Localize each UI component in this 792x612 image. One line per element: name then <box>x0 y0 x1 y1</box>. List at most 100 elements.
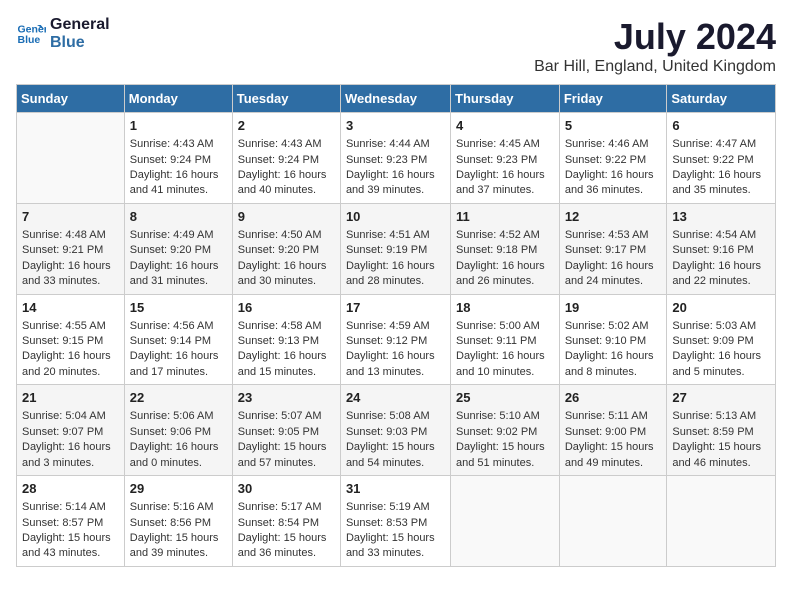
day-content: Daylight: 15 hours <box>22 531 119 546</box>
day-content: Sunrise: 4:44 AM <box>346 137 445 152</box>
calendar-cell: 17Sunrise: 4:59 AMSunset: 9:12 PMDayligh… <box>340 294 450 385</box>
header-wednesday: Wednesday <box>340 85 450 113</box>
day-content: and 10 minutes. <box>456 365 554 380</box>
day-content: and 30 minutes. <box>238 274 335 289</box>
day-number: 16 <box>238 299 335 317</box>
day-content: and 22 minutes. <box>672 274 770 289</box>
day-content: Daylight: 15 hours <box>672 440 770 455</box>
day-content: Sunrise: 5:00 AM <box>456 319 554 334</box>
day-number: 3 <box>346 117 445 135</box>
day-content: and 51 minutes. <box>456 456 554 471</box>
day-content: Sunrise: 4:48 AM <box>22 228 119 243</box>
day-number: 10 <box>346 208 445 226</box>
day-content: Sunrise: 4:46 AM <box>565 137 662 152</box>
calendar-cell: 10Sunrise: 4:51 AMSunset: 9:19 PMDayligh… <box>340 203 450 294</box>
day-content: Daylight: 16 hours <box>456 349 554 364</box>
day-content: Daylight: 16 hours <box>130 259 227 274</box>
day-content: and 46 minutes. <box>672 456 770 471</box>
day-content: Daylight: 16 hours <box>565 259 662 274</box>
calendar-cell: 4Sunrise: 4:45 AMSunset: 9:23 PMDaylight… <box>451 113 560 204</box>
calendar-cell: 13Sunrise: 4:54 AMSunset: 9:16 PMDayligh… <box>667 203 776 294</box>
day-content: Daylight: 16 hours <box>346 349 445 364</box>
day-content: Sunrise: 5:07 AM <box>238 409 335 424</box>
day-content: and 37 minutes. <box>456 183 554 198</box>
calendar-cell <box>667 476 776 567</box>
calendar-cell: 28 Sunrise: 5:14 AMSunset: 8:57 PMDayligh… <box>17 476 125 567</box>
calendar-cell: 20Sunrise: 5:03 AMSunset: 9:09 PMDayligh… <box>667 294 776 385</box>
header-sunday: Sunday <box>17 85 125 113</box>
day-content: and 0 minutes. <box>130 456 227 471</box>
calendar-cell: 24Sunrise: 5:08 AMSunset: 9:03 PMDayligh… <box>340 385 450 476</box>
day-content: and 8 minutes. <box>565 365 662 380</box>
day-content: and 39 minutes. <box>130 546 227 561</box>
day-number: 7 <box>22 208 119 226</box>
calendar-cell <box>451 476 560 567</box>
day-number: 28 <box>22 480 119 498</box>
day-content: Sunset: 9:16 PM <box>672 243 770 258</box>
calendar-cell: 27Sunrise: 5:13 AMSunset: 8:59 PMDayligh… <box>667 385 776 476</box>
day-content: Sunrise: 4:52 AM <box>456 228 554 243</box>
day-number: 13 <box>672 208 770 226</box>
day-content: Sunset: 9:22 PM <box>672 153 770 168</box>
logo-line1: General <box>50 16 110 34</box>
day-number: 9 <box>238 208 335 226</box>
day-number: 18 <box>456 299 554 317</box>
day-content: Sunrise: 5:10 AM <box>456 409 554 424</box>
day-content: Sunset: 9:23 PM <box>346 153 445 168</box>
day-content: Sunrise: 4:50 AM <box>238 228 335 243</box>
header-friday: Friday <box>559 85 667 113</box>
day-content: Sunrise: 4:49 AM <box>130 228 227 243</box>
header: General Blue General Blue July 2024 Bar … <box>16 16 776 76</box>
day-content: and 28 minutes. <box>346 274 445 289</box>
day-content: Daylight: 16 hours <box>346 168 445 183</box>
day-number: 17 <box>346 299 445 317</box>
day-content: and 57 minutes. <box>238 456 335 471</box>
day-content: Sunset: 9:18 PM <box>456 243 554 258</box>
day-content: Sunset: 8:57 PM <box>22 516 119 531</box>
day-content: and 15 minutes. <box>238 365 335 380</box>
calendar-cell: 30Sunrise: 5:17 AMSunset: 8:54 PMDayligh… <box>232 476 340 567</box>
header-tuesday: Tuesday <box>232 85 340 113</box>
day-content: Sunrise: 5:14 AM <box>22 500 119 515</box>
day-content: Sunrise: 5:11 AM <box>565 409 662 424</box>
day-content: Daylight: 16 hours <box>22 440 119 455</box>
header-saturday: Saturday <box>667 85 776 113</box>
day-content: and 33 minutes. <box>346 546 445 561</box>
day-number: 22 <box>130 389 227 407</box>
day-content: Sunset: 9:07 PM <box>22 425 119 440</box>
day-number: 2 <box>238 117 335 135</box>
calendar-week-3: 14Sunrise: 4:55 AMSunset: 9:15 PMDayligh… <box>17 294 776 385</box>
calendar-cell: 9Sunrise: 4:50 AMSunset: 9:20 PMDaylight… <box>232 203 340 294</box>
day-content: Sunset: 8:56 PM <box>130 516 227 531</box>
day-content: Sunset: 8:54 PM <box>238 516 335 531</box>
day-number: 6 <box>672 117 770 135</box>
day-content: Sunset: 9:21 PM <box>22 243 119 258</box>
day-content: Daylight: 16 hours <box>672 259 770 274</box>
day-content: and 36 minutes. <box>565 183 662 198</box>
day-content: Sunrise: 5:17 AM <box>238 500 335 515</box>
day-content: Daylight: 15 hours <box>238 531 335 546</box>
day-content: Sunset: 9:22 PM <box>565 153 662 168</box>
day-content: Sunset: 9:06 PM <box>130 425 227 440</box>
day-number: 21 <box>22 389 119 407</box>
day-number: 20 <box>672 299 770 317</box>
day-content: Daylight: 16 hours <box>672 349 770 364</box>
day-number: 1 <box>130 117 227 135</box>
day-content: Sunrise: 4:43 AM <box>238 137 335 152</box>
day-content: Daylight: 16 hours <box>130 440 227 455</box>
day-content: and 43 minutes. <box>22 546 119 561</box>
title-area: July 2024 Bar Hill, England, United King… <box>534 16 776 76</box>
calendar-cell: 2Sunrise: 4:43 AMSunset: 9:24 PMDaylight… <box>232 113 340 204</box>
day-content: Daylight: 16 hours <box>238 259 335 274</box>
day-content: and 33 minutes. <box>22 274 119 289</box>
calendar-cell: 19Sunrise: 5:02 AMSunset: 9:10 PMDayligh… <box>559 294 667 385</box>
header-monday: Monday <box>124 85 232 113</box>
calendar-week-1: 1Sunrise: 4:43 AMSunset: 9:24 PMDaylight… <box>17 113 776 204</box>
day-content: Sunrise: 5:19 AM <box>346 500 445 515</box>
calendar-cell <box>17 113 125 204</box>
day-content: and 24 minutes. <box>565 274 662 289</box>
calendar-cell: 22Sunrise: 5:06 AMSunset: 9:06 PMDayligh… <box>124 385 232 476</box>
day-content: Daylight: 15 hours <box>565 440 662 455</box>
day-number: 31 <box>346 480 445 498</box>
calendar-week-4: 21Sunrise: 5:04 AMSunset: 9:07 PMDayligh… <box>17 385 776 476</box>
